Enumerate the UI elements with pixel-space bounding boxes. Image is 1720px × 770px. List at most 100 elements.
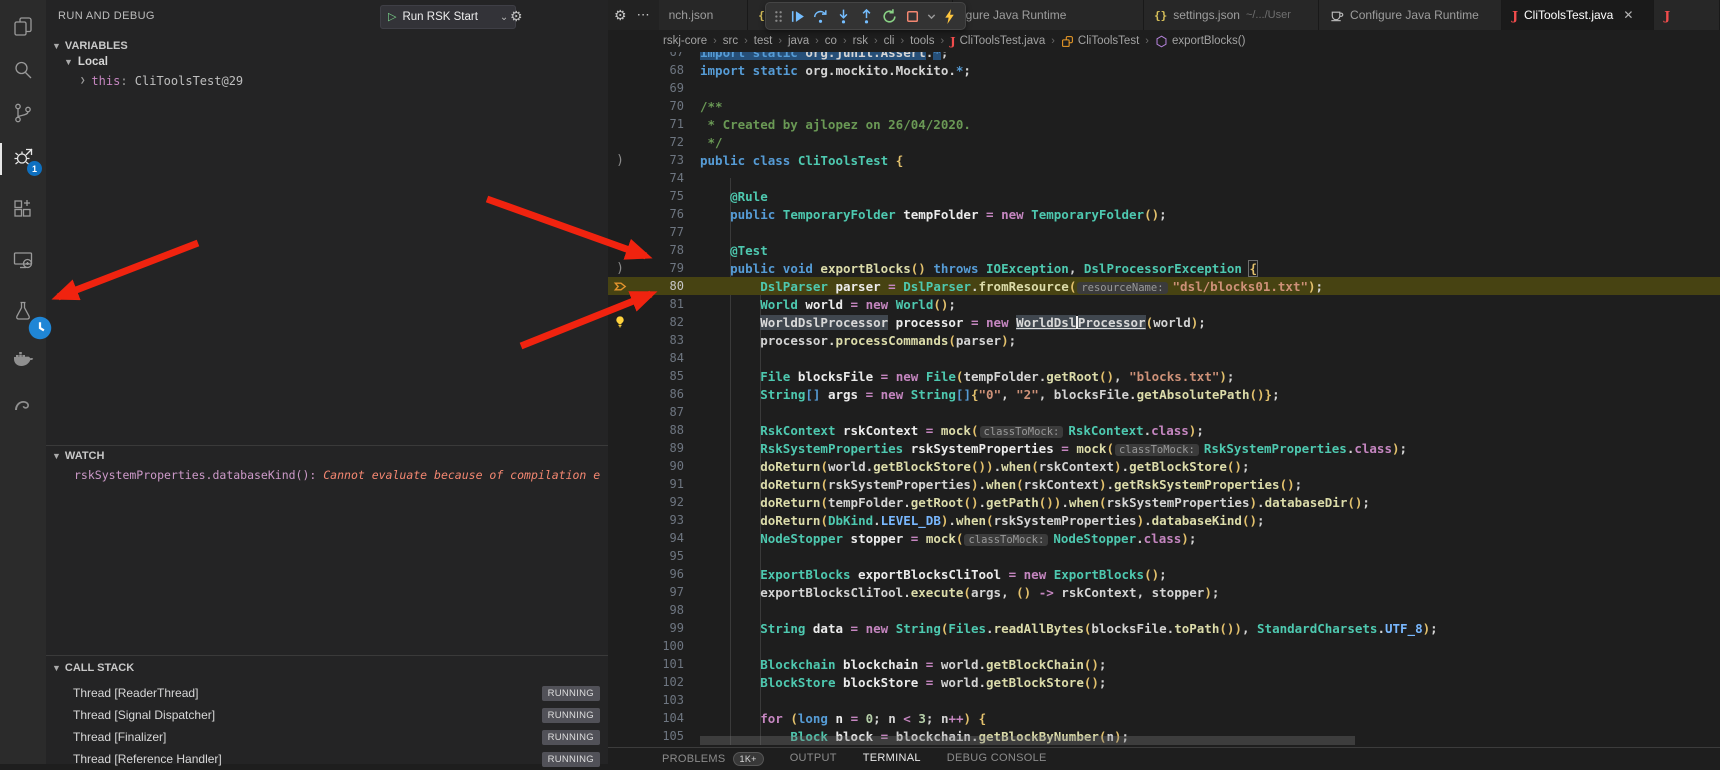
code-text[interactable]: */ — [700, 135, 723, 150]
line-number[interactable]: 92 — [632, 495, 684, 509]
line-number[interactable]: 87 — [632, 405, 684, 419]
activity-item-docker[interactable] — [0, 342, 46, 380]
variables-section-header[interactable]: ▼ VARIABLES — [46, 36, 608, 56]
code-text[interactable]: String[] args = new String[]{"0", "2", b… — [700, 387, 1280, 402]
gutter[interactable] — [608, 457, 632, 475]
breadcrumb-item-java[interactable]: java — [788, 35, 809, 47]
code-text[interactable]: File blocksFile = new File(tempFolder.ge… — [700, 369, 1234, 384]
line-number[interactable]: 97 — [632, 585, 684, 599]
line-number[interactable]: 98 — [632, 603, 684, 617]
arrow-gutter-icon[interactable] — [608, 277, 632, 295]
step-out-button[interactable] — [855, 4, 878, 28]
code-text[interactable]: doReturn(DbKind.LEVEL_DB).when(rskSystem… — [700, 513, 1265, 528]
tab-igure-java-runtime[interactable]: igure Java Runtime — [953, 0, 1144, 30]
code-text[interactable]: doReturn(world.getBlockStore()).when(rsk… — [700, 459, 1250, 474]
code-text[interactable]: @Test — [700, 243, 768, 258]
line-number[interactable]: 82 — [632, 315, 684, 329]
gutter[interactable] — [608, 223, 632, 241]
gutter[interactable] — [608, 349, 632, 367]
activity-item-explorer[interactable] — [0, 10, 46, 48]
continue-button[interactable] — [786, 4, 809, 28]
line-number[interactable]: 71 — [632, 117, 684, 131]
line-number[interactable]: 77 — [632, 225, 684, 239]
code-text[interactable]: processor.processCommands(parser); — [700, 333, 1016, 348]
code-text[interactable]: BlockStore blockStore = world.getBlockSt… — [700, 675, 1106, 690]
gutter[interactable] — [608, 727, 632, 745]
code-text[interactable]: @Rule — [700, 189, 768, 204]
line-number[interactable]: 96 — [632, 567, 684, 581]
gutter[interactable] — [608, 133, 632, 151]
line-number[interactable]: 85 — [632, 369, 684, 383]
line-number[interactable]: 100 — [632, 639, 684, 653]
gutter[interactable] — [608, 439, 632, 457]
code-text[interactable]: DslParser parser = DslParser.fromResourc… — [700, 279, 1323, 294]
line-number[interactable]: 105 — [632, 729, 684, 743]
launch-config-dropdown[interactable]: ▷ Run RSK Start ⌄ — [380, 5, 516, 29]
code-text[interactable]: * Created by ajlopez on 26/04/2020. — [700, 117, 971, 132]
line-number[interactable]: 102 — [632, 675, 684, 689]
activity-item-run-and-debug[interactable]: 1 — [0, 140, 46, 178]
more-actions-icon[interactable]: ⋯ — [637, 7, 651, 23]
code-text[interactable]: NodeStopper stopper = mock(classToMock:N… — [700, 531, 1196, 546]
step-into-button[interactable] — [832, 4, 855, 28]
gutter[interactable] — [608, 673, 632, 691]
toolbar-grip-handle[interactable] — [770, 4, 786, 28]
code-text[interactable]: public TemporaryFolder tempFolder = new … — [700, 207, 1167, 222]
gutter[interactable] — [608, 547, 632, 565]
gutter[interactable] — [608, 421, 632, 439]
stop-chevron-button[interactable] — [924, 4, 938, 28]
breadcrumb-item-exportblocks-[interactable]: exportBlocks() — [1155, 35, 1246, 48]
restart-button[interactable] — [878, 4, 901, 28]
gutter[interactable] — [608, 385, 632, 403]
panel-tab-debug-console[interactable]: DEBUG CONSOLE — [947, 752, 1047, 764]
gutter[interactable] — [608, 601, 632, 619]
tab-clitoolstest-java[interactable]: JCliToolsTest.java✕ — [1502, 0, 1654, 30]
line-number[interactable]: 93 — [632, 513, 684, 527]
line-number[interactable]: 70 — [632, 99, 684, 113]
line-number[interactable]: 91 — [632, 477, 684, 491]
tab-settings-json[interactable]: {}settings.json~/.../User — [1144, 0, 1319, 30]
activity-item-source-control[interactable] — [0, 96, 46, 134]
bulb-gutter-icon[interactable] — [608, 313, 632, 331]
tab-configure-java-runtime[interactable]: Configure Java Runtime — [1319, 0, 1502, 30]
code-text[interactable]: WorldDslProcessor processor = new WorldD… — [700, 315, 1206, 330]
line-number[interactable]: 101 — [632, 657, 684, 671]
gutter[interactable] — [608, 295, 632, 313]
panel-tab-output[interactable]: OUTPUT — [790, 752, 837, 764]
line-number[interactable]: 88 — [632, 423, 684, 437]
thread-row[interactable]: Thread [Finalizer]RUNNING — [46, 726, 608, 748]
gutter[interactable] — [608, 241, 632, 259]
code-text[interactable]: for (long n = 0; n < 3; n++) { — [700, 711, 986, 726]
gutter[interactable] — [608, 187, 632, 205]
gutter[interactable] — [608, 79, 632, 97]
line-number[interactable]: 89 — [632, 441, 684, 455]
line-number[interactable]: 83 — [632, 333, 684, 347]
hot-code-replace-button[interactable] — [938, 4, 961, 28]
stop-button[interactable] — [901, 4, 924, 28]
line-number[interactable]: 67 — [632, 52, 684, 59]
gutter[interactable] — [608, 583, 632, 601]
code-text[interactable]: import static org.mockito.Mockito.*; — [700, 63, 971, 78]
panel-tab-terminal[interactable]: TERMINAL — [863, 752, 921, 764]
gutter[interactable] — [608, 655, 632, 673]
gutter[interactable] — [608, 529, 632, 547]
code-text[interactable]: RskSystemProperties rskSystemProperties … — [700, 441, 1407, 456]
variables-scope-local[interactable]: ▼ Local — [64, 56, 108, 68]
watch-section-header[interactable]: ▼ WATCH — [46, 446, 608, 466]
gutter[interactable] — [608, 709, 632, 727]
gutter[interactable] — [608, 367, 632, 385]
code-text[interactable]: doReturn(rskSystemProperties).when(rskCo… — [700, 477, 1302, 492]
gutter[interactable] — [608, 475, 632, 493]
line-number[interactable]: 78 — [632, 243, 684, 257]
activity-item-extensions[interactable] — [0, 192, 46, 230]
paren-gutter-icon[interactable]: ) — [608, 151, 632, 169]
line-number[interactable]: 95 — [632, 549, 684, 563]
code-text[interactable]: /** — [700, 99, 723, 114]
line-number[interactable]: 73 — [632, 153, 684, 167]
gutter[interactable] — [608, 331, 632, 349]
code-editor[interactable]: 67import static org.junit.Assert.*;68imp… — [608, 52, 1720, 747]
tab-unlabeled[interactable]: J — [1654, 0, 1720, 30]
line-number[interactable]: 86 — [632, 387, 684, 401]
gutter[interactable] — [608, 511, 632, 529]
code-text[interactable]: Blockchain blockchain = world.getBlockCh… — [700, 657, 1106, 672]
